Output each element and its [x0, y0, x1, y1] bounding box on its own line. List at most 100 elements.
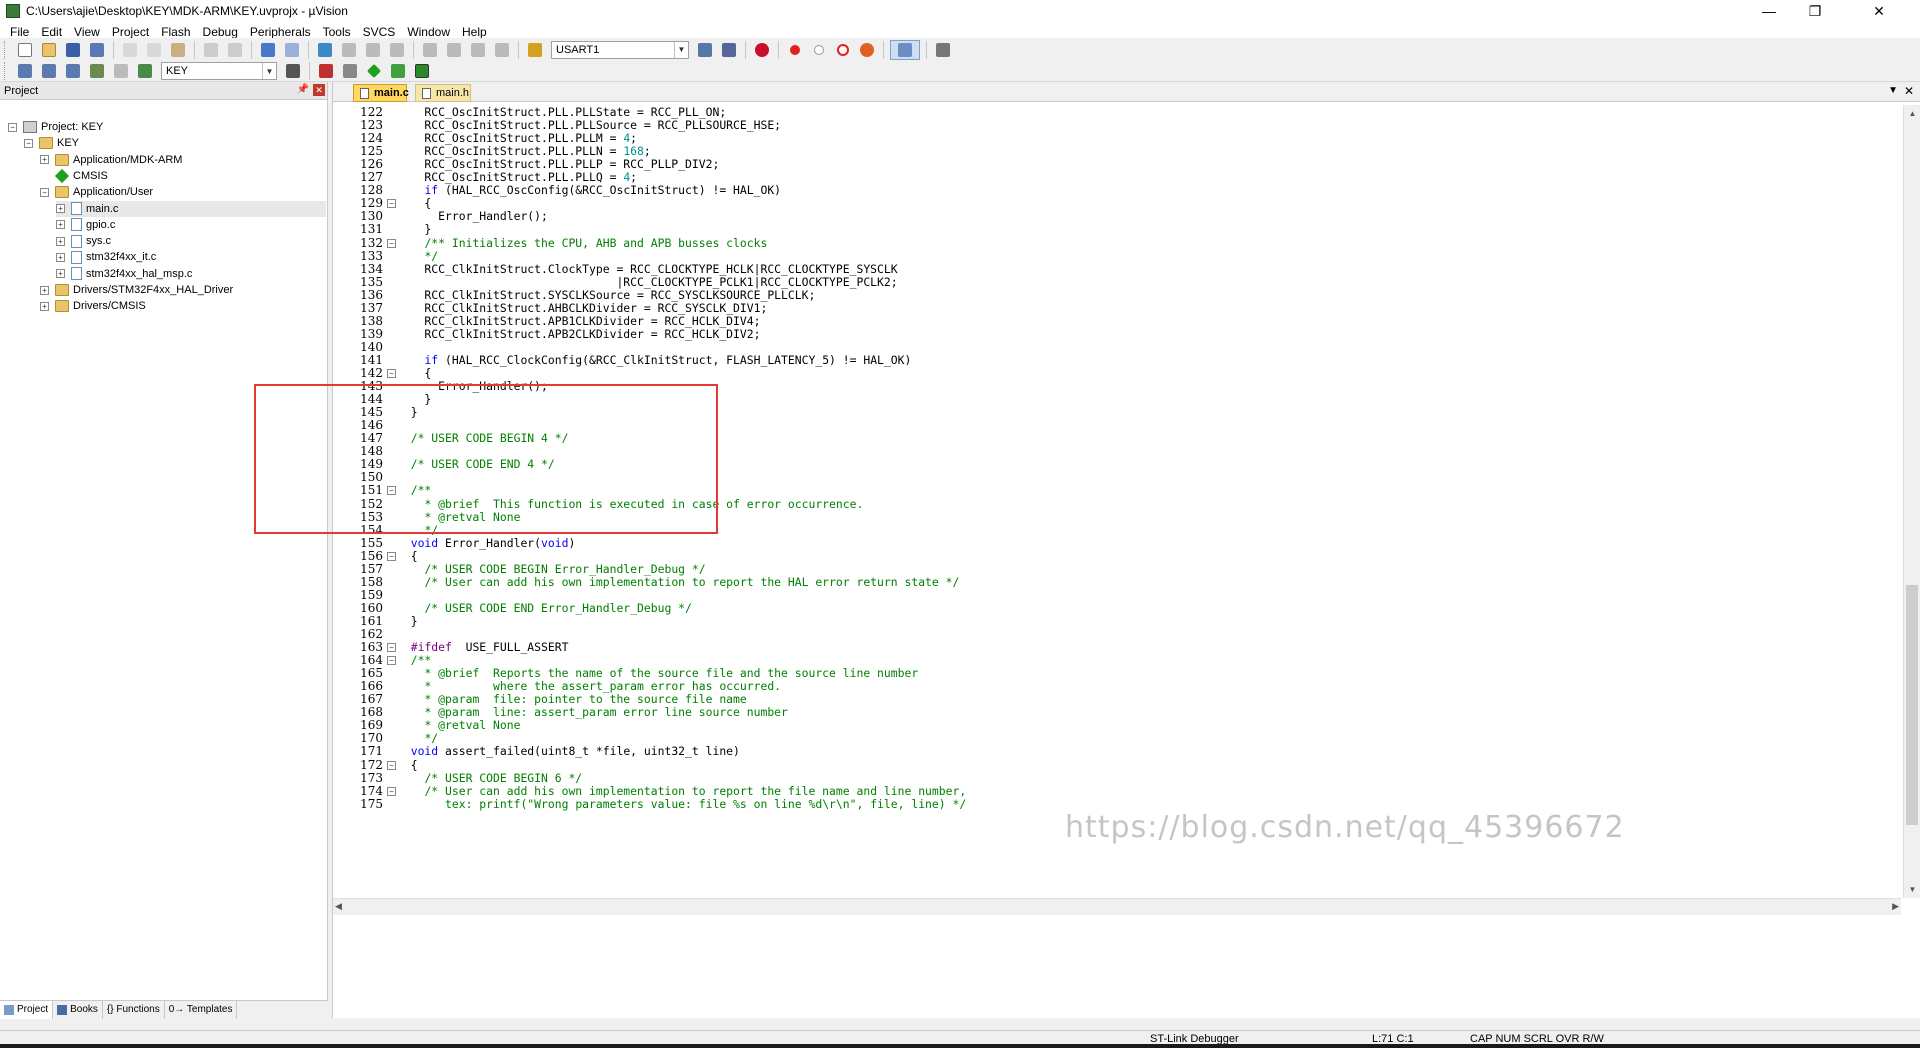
fold-toggle-icon[interactable]: −: [387, 369, 396, 378]
incremental-find-button[interactable]: [719, 40, 739, 60]
code-line[interactable]: RCC_OscInitStruct.PLL.PLLSource = RCC_PL…: [397, 119, 781, 132]
code-line[interactable]: tex: printf("Wrong parameters value: fil…: [397, 797, 966, 811]
menu-help[interactable]: Help: [456, 25, 493, 39]
insert-breakpoint-button[interactable]: [785, 40, 805, 60]
code-line[interactable]: /**: [397, 484, 432, 497]
chevron-down-icon[interactable]: ▼: [262, 63, 276, 79]
configure-button[interactable]: [933, 40, 953, 60]
bookmark-button[interactable]: [315, 40, 335, 60]
pack-installer-button[interactable]: [412, 61, 432, 81]
code-line[interactable]: RCC_ClkInitStruct.SYSCLKSource = RCC_SYS…: [397, 288, 815, 302]
rebuild-button[interactable]: [63, 61, 83, 81]
code-line[interactable]: |RCC_CLOCKTYPE_PCLK1|RCC_CLOCKTYPE_PCLK2…: [397, 275, 897, 289]
open-file-button[interactable]: [39, 40, 59, 60]
code-area[interactable]: 122 123 124 125 126 127 128 129 130 131 132 133 134 1…: [333, 105, 1901, 898]
minimize-button[interactable]: —: [1746, 0, 1792, 22]
menu-window[interactable]: Window: [401, 25, 456, 39]
code-line[interactable]: * @param line: assert_param error line s…: [397, 706, 787, 719]
code-line[interactable]: /** Initializes the CPU, AHB and APB bus…: [397, 236, 767, 250]
indent-button[interactable]: [420, 40, 440, 60]
nav-forward-button[interactable]: [282, 40, 302, 60]
tree-item[interactable]: + stm32f4xx_hal_msp.c: [56, 266, 192, 282]
toolbar-grip[interactable]: [4, 62, 7, 80]
code-line[interactable]: #ifdef USE_FULL_ASSERT: [397, 641, 569, 654]
save-all-button[interactable]: [87, 40, 107, 60]
tab-books[interactable]: Books: [53, 1000, 103, 1019]
fold-toggle-icon[interactable]: −: [387, 486, 396, 496]
tab-list-dropdown-icon[interactable]: ▼: [1888, 85, 1898, 96]
code-line[interactable]: /* USER CODE BEGIN 6 */: [397, 771, 582, 785]
chevron-down-icon[interactable]: ▼: [674, 41, 688, 58]
scroll-down-icon[interactable]: ▼: [1904, 881, 1920, 898]
close-tab-icon[interactable]: ✕: [1904, 84, 1914, 98]
uncomment-button[interactable]: [492, 40, 512, 60]
stop-build-button[interactable]: [111, 61, 131, 81]
code-line[interactable]: if (HAL_RCC_OscConfig(&RCC_OscInitStruct…: [397, 184, 781, 197]
menu-tools[interactable]: Tools: [317, 25, 357, 39]
expand-icon[interactable]: +: [56, 269, 65, 279]
menu-debug[interactable]: Debug: [197, 25, 244, 39]
fold-toggle-icon[interactable]: −: [387, 786, 396, 796]
vertical-scrollbar[interactable]: ▲ ▼: [1903, 105, 1920, 898]
code-line[interactable]: {: [397, 758, 418, 772]
tree-item[interactable]: + sys.c: [56, 233, 111, 249]
code-line[interactable]: /* User can add his own implementation t…: [397, 575, 959, 589]
code-line[interactable]: RCC_ClkInitStruct.APB2CLKDivider = RCC_H…: [397, 327, 760, 341]
code-line[interactable]: void Error_Handler(void): [397, 536, 576, 550]
batch-build-button[interactable]: [87, 61, 107, 81]
redo-button[interactable]: [225, 40, 245, 60]
tab-functions[interactable]: {} Functions: [103, 1000, 165, 1019]
code-line[interactable]: RCC_ClkInitStruct.AHBCLKDivider = RCC_SY…: [397, 301, 767, 315]
fold-toggle-icon[interactable]: −: [387, 551, 396, 561]
code-line[interactable]: RCC_OscInitStruct.PLL.PLLP = RCC_PLLP_DI…: [397, 158, 719, 171]
fold-toggle-icon[interactable]: −: [387, 643, 396, 653]
paste-button[interactable]: [168, 40, 188, 60]
window-layout-button[interactable]: [890, 39, 920, 60]
fold-toggle-icon[interactable]: −: [387, 760, 396, 770]
comment-button[interactable]: [468, 40, 488, 60]
code-line[interactable]: /**: [397, 654, 432, 667]
code-line[interactable]: RCC_ClkInitStruct.APB1CLKDivider = RCC_H…: [397, 314, 760, 328]
expand-icon[interactable]: +: [56, 252, 65, 262]
code-line[interactable]: /* USER CODE END Error_Handler_Debug */: [397, 601, 691, 615]
translate-button[interactable]: [15, 61, 35, 81]
scroll-left-icon[interactable]: ◀: [335, 901, 342, 912]
code-line[interactable]: {: [397, 197, 431, 210]
expand-icon[interactable]: +: [56, 220, 65, 230]
code-line[interactable]: {: [397, 549, 418, 563]
download-button[interactable]: [135, 61, 155, 81]
menu-view[interactable]: View: [68, 25, 106, 39]
code-line[interactable]: */: [397, 249, 438, 263]
tree-item[interactable]: + Drivers/CMSIS: [40, 298, 146, 314]
code-line[interactable]: * @brief This function is executed in ca…: [397, 497, 863, 511]
code-line[interactable]: Error_Handler();: [397, 210, 548, 223]
code-line[interactable]: * @param file: pointer to the source fil…: [397, 693, 746, 706]
undo-button[interactable]: [201, 40, 221, 60]
menu-project[interactable]: Project: [106, 25, 155, 39]
fold-toggle-icon[interactable]: −: [387, 656, 396, 666]
copy-button[interactable]: [144, 40, 164, 60]
code-line[interactable]: }: [397, 406, 418, 419]
code-line[interactable]: /* USER CODE BEGIN Error_Handler_Debug *…: [397, 562, 705, 576]
build-button[interactable]: [39, 61, 59, 81]
tab-project[interactable]: Project: [0, 1000, 54, 1019]
disable-all-breakpoints-button[interactable]: [833, 40, 853, 60]
expand-icon[interactable]: +: [40, 285, 49, 295]
scroll-up-icon[interactable]: ▲: [1904, 105, 1920, 122]
tree-item[interactable]: + gpio.c: [56, 217, 115, 233]
editor-tab-main-h[interactable]: main.h: [415, 84, 471, 102]
close-button[interactable]: ✕: [1856, 0, 1902, 22]
next-bookmark-button[interactable]: [363, 40, 383, 60]
fold-toggle-icon[interactable]: −: [387, 238, 396, 248]
menu-edit[interactable]: Edit: [35, 25, 68, 39]
disable-breakpoint-button[interactable]: [809, 40, 829, 60]
horizontal-scrollbar[interactable]: ◀ ▶: [333, 898, 1901, 915]
target-options-button[interactable]: [283, 61, 303, 81]
file-extensions-button[interactable]: [340, 61, 360, 81]
expand-icon[interactable]: +: [56, 204, 65, 213]
toolbar-grip[interactable]: [4, 40, 7, 59]
find-combo[interactable]: USART1 ▼: [551, 40, 689, 59]
tab-templates[interactable]: 0→ Templates: [165, 1000, 238, 1019]
tree-item[interactable]: + Drivers/STM32F4xx_HAL_Driver: [40, 282, 233, 298]
editor-tab-main-c[interactable]: main.c: [353, 84, 409, 102]
